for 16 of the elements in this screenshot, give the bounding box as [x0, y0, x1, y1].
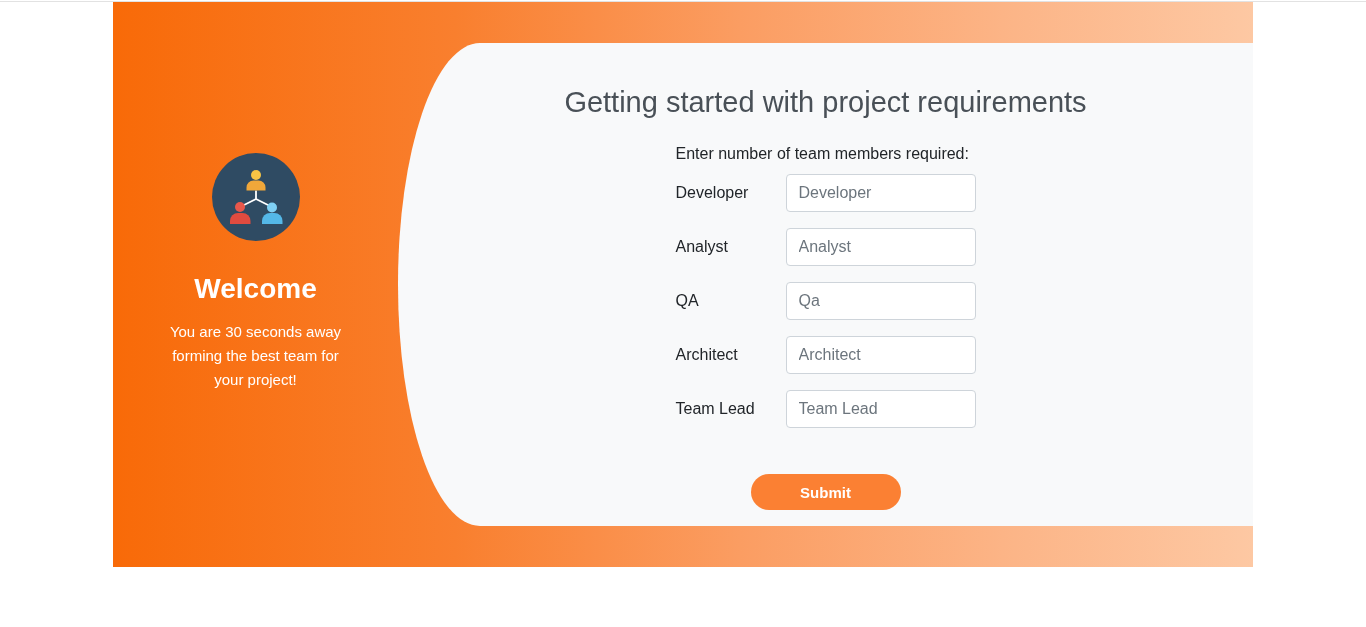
people-network-icon [211, 153, 300, 241]
submit-button[interactable]: Submit [750, 474, 901, 510]
field-label: Architect [675, 346, 739, 364]
field-label: Team Lead [675, 400, 756, 418]
number-field[interactable]: Architect [785, 336, 976, 374]
form-instructions: Enter number of team members required: [675, 144, 970, 164]
number-field[interactable]: Qa [785, 282, 976, 320]
field-label: Analyst [675, 238, 729, 256]
welcome-message: You are 30 seconds away forming the best team for your project! [168, 322, 343, 390]
number-field[interactable]: Developer [785, 174, 976, 212]
number-field[interactable]: Team Lead [785, 390, 976, 428]
field-label: QA [675, 292, 700, 310]
welcome-title: Welcome [194, 272, 317, 306]
form-title: Getting started with project requirements [564, 85, 1087, 120]
number-field[interactable]: Analyst [785, 228, 976, 266]
field-label: Developer [675, 184, 750, 202]
